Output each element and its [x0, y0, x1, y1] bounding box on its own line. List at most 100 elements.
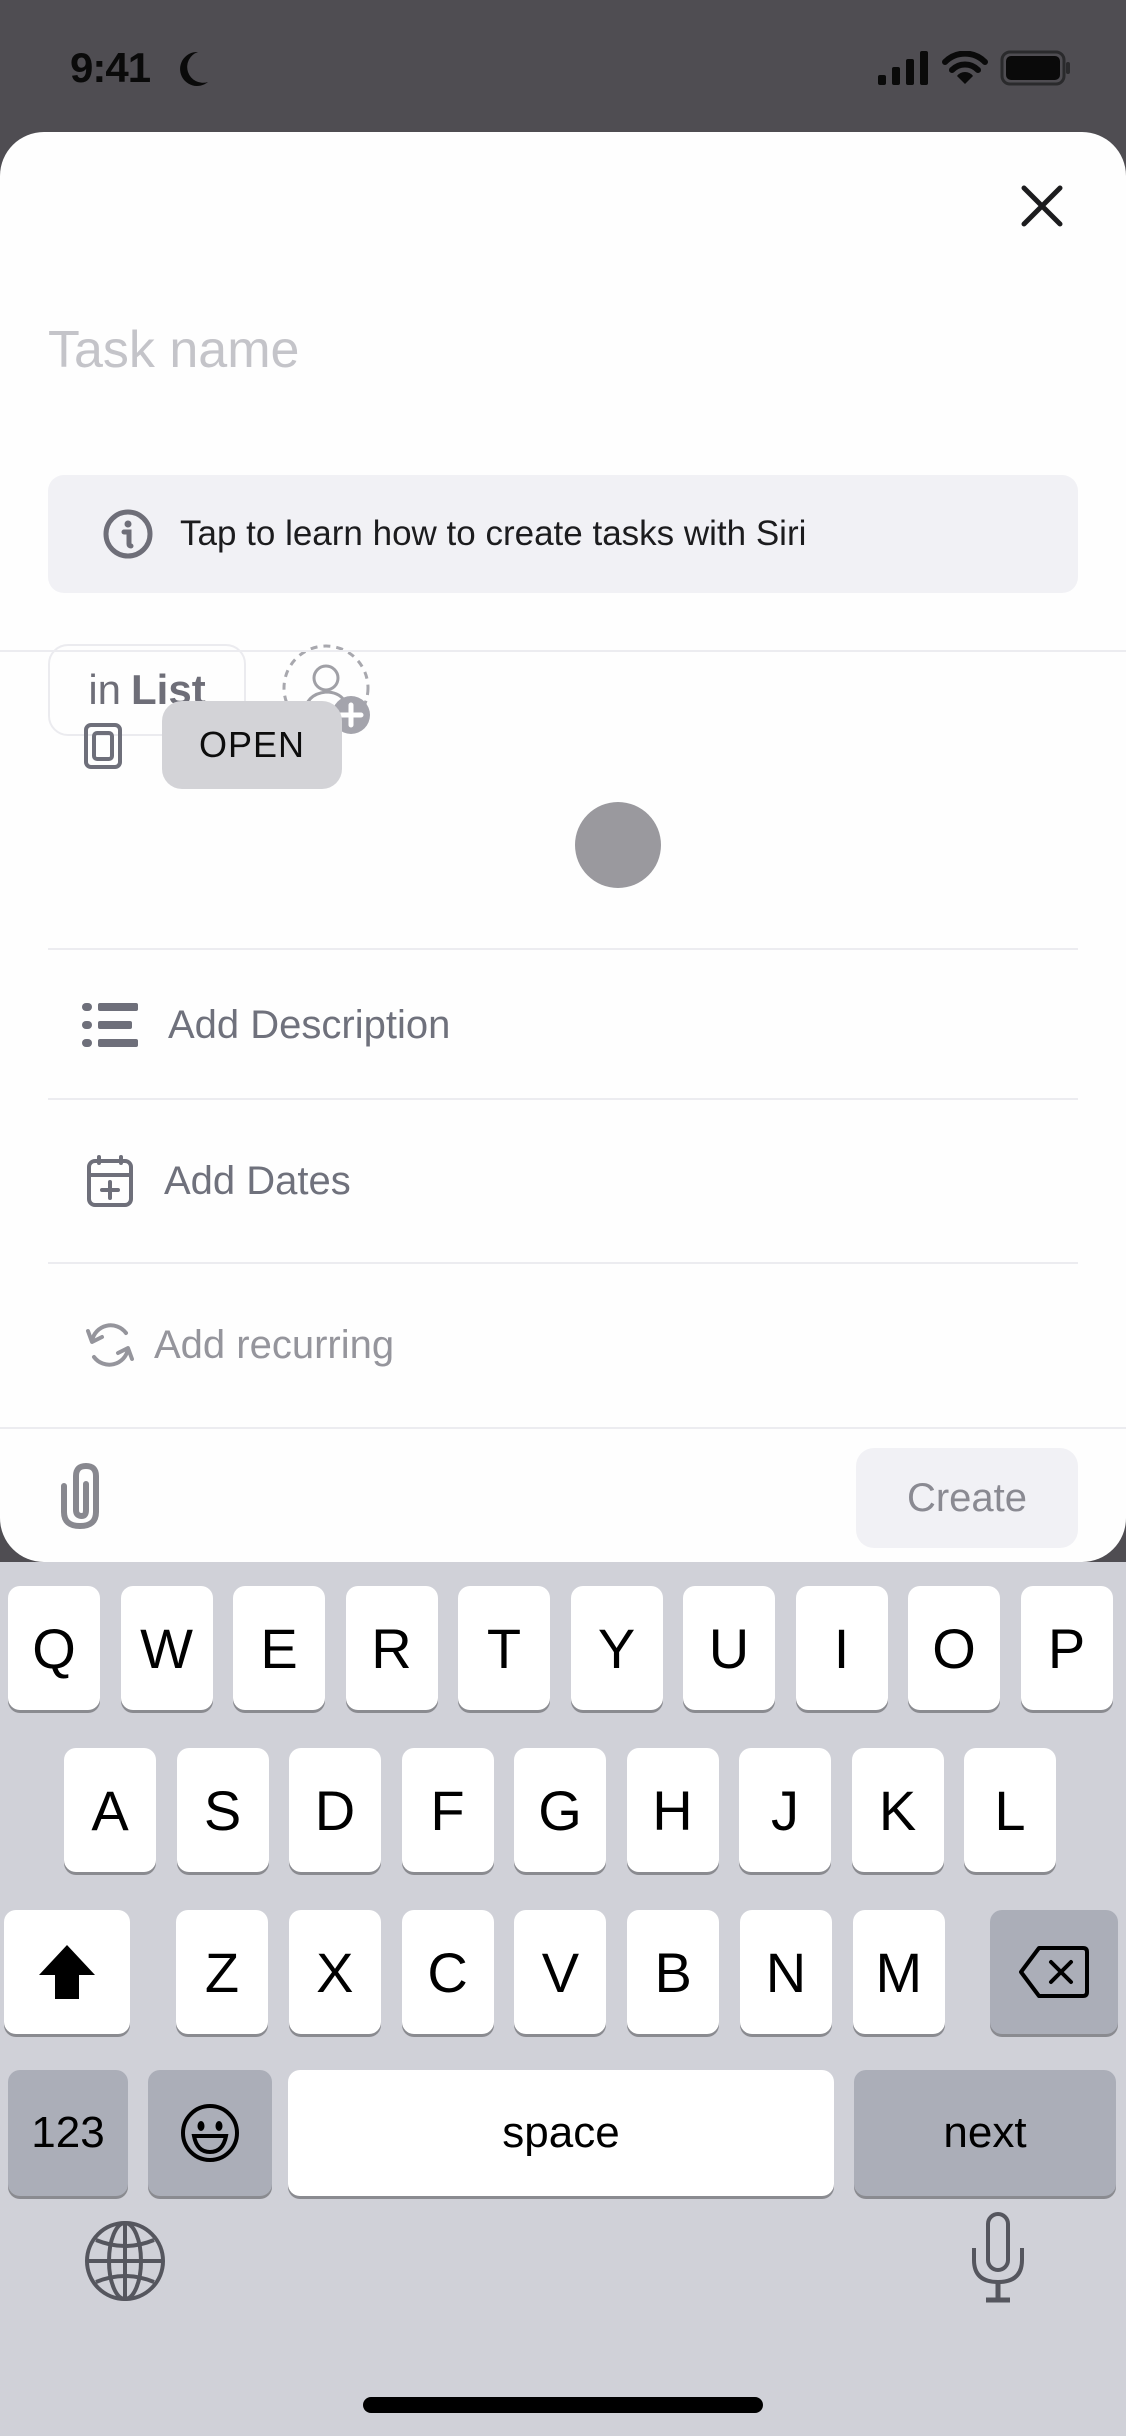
shift-key[interactable] [4, 1910, 130, 2034]
key-z[interactable]: Z [176, 1910, 268, 2034]
add-dates-label: Add Dates [164, 1158, 351, 1203]
key-c[interactable]: C [401, 1910, 494, 2034]
key-y[interactable]: Y [570, 1586, 663, 1710]
key-label: D [314, 1778, 356, 1842]
key-label: G [538, 1778, 582, 1842]
key-e[interactable]: E [233, 1586, 325, 1710]
key-label: Z [204, 1940, 240, 2004]
key-label: X [316, 1940, 354, 2004]
key-q[interactable]: Q [8, 1586, 100, 1710]
key-g[interactable]: G [514, 1748, 606, 1872]
shift-icon [39, 1945, 95, 1999]
row-divider [48, 948, 1078, 950]
globe-icon [85, 2221, 165, 2301]
key-label: V [541, 1940, 580, 2004]
space-key-label: space [502, 2108, 620, 2157]
add-recurring-row[interactable]: Add recurring [48, 1290, 1078, 1400]
key-o[interactable]: O [908, 1586, 1000, 1710]
key-f[interactable]: F [401, 1748, 494, 1872]
status-square-icon [84, 723, 122, 769]
key-v[interactable]: V [514, 1910, 607, 2034]
key-d[interactable]: D [289, 1748, 381, 1872]
key-label: R [371, 1616, 412, 1680]
key-h[interactable]: H [626, 1748, 719, 1872]
dictation-button[interactable] [968, 2210, 1028, 2306]
section-divider [0, 650, 1126, 652]
key-label: C [427, 1940, 468, 2004]
key-label: N [765, 1940, 807, 2004]
key-r[interactable]: R [345, 1586, 438, 1710]
delete-key[interactable] [990, 1910, 1118, 2034]
key-label: S [203, 1778, 242, 1842]
status-indicators [878, 50, 1072, 86]
globe-button[interactable] [82, 2218, 168, 2304]
task-name-input[interactable] [48, 310, 1068, 390]
siri-banner[interactable]: Tap to learn how to create tasks with Si… [48, 475, 1078, 593]
key-label: T [486, 1616, 522, 1680]
space-key[interactable]: space [288, 2070, 834, 2196]
recurring-icon [82, 1317, 138, 1373]
key-s[interactable]: S [176, 1748, 269, 1872]
status-bar: 9:41 [0, 0, 1126, 132]
moon-icon [180, 51, 208, 86]
key-n[interactable]: N [740, 1910, 832, 2034]
numbers-key[interactable]: 123 [8, 2070, 128, 2196]
keyboard: 123 space next QW E R T Y U I O P A S D F G H J K L Z X C V B N… [0, 1562, 1126, 2436]
key-w[interactable]: W [120, 1586, 213, 1710]
next-key[interactable]: next [854, 2070, 1116, 2196]
info-icon [103, 509, 153, 559]
close-icon [1021, 185, 1063, 227]
description-list-icon [82, 997, 138, 1053]
key-m[interactable]: M [852, 1910, 945, 2034]
add-description-label: Add Description [168, 1002, 451, 1047]
battery-icon [1000, 50, 1070, 86]
key-i[interactable]: I [795, 1586, 888, 1710]
emoji-key[interactable] [148, 2070, 272, 2196]
siri-banner-text: Tap to learn how to create tasks with Si… [180, 514, 807, 553]
key-x[interactable]: X [288, 1910, 381, 2034]
key-label: B [654, 1940, 692, 2004]
create-button[interactable]: Create [856, 1448, 1078, 1548]
key-j[interactable]: J [739, 1748, 831, 1872]
key-l[interactable]: L [964, 1748, 1056, 1872]
key-p[interactable]: P [1020, 1586, 1113, 1710]
next-key-label: next [943, 2108, 1027, 2157]
key-label: K [878, 1778, 917, 1842]
row-divider [48, 1098, 1078, 1100]
key-label: I [833, 1616, 850, 1680]
numbers-key-label: 123 [31, 2108, 105, 2157]
touch-indicator [575, 802, 661, 888]
key-b[interactable]: B [627, 1910, 720, 2034]
status-label: OPEN [198, 724, 306, 765]
add-recurring-label: Add recurring [154, 1322, 395, 1367]
key-a[interactable]: A [64, 1748, 156, 1872]
key-u[interactable]: U [683, 1586, 775, 1710]
microphone-icon [972, 2212, 1024, 2303]
key-label: M [875, 1940, 923, 2004]
home-indicator [363, 2397, 763, 2413]
key-label: L [994, 1778, 1026, 1842]
close-button[interactable] [1010, 174, 1074, 238]
add-dates-row[interactable]: Add Dates [48, 1126, 1078, 1236]
key-label: J [771, 1778, 799, 1842]
status-time: 9:41 [70, 44, 151, 91]
backspace-icon [1019, 1946, 1089, 1998]
key-label: P [1047, 1616, 1086, 1680]
paperclip-icon [61, 1462, 99, 1530]
key-label: H [652, 1778, 693, 1842]
key-t[interactable]: T [458, 1586, 550, 1710]
key-label: Q [32, 1616, 76, 1680]
status-badge[interactable]: OPEN [162, 701, 342, 789]
key-label: F [430, 1778, 465, 1842]
emoji-icon [181, 2104, 239, 2162]
add-description-row[interactable]: Add Description [48, 970, 1078, 1080]
wifi-icon [942, 51, 988, 84]
calendar-plus-icon [82, 1153, 138, 1209]
status-row: OPEN [48, 690, 1078, 800]
attach-button[interactable] [56, 1462, 112, 1532]
row-divider [48, 1262, 1078, 1264]
key-k[interactable]: K [851, 1748, 944, 1872]
key-label: A [91, 1778, 129, 1842]
key-label: U [708, 1616, 750, 1680]
key-label: Y [597, 1616, 636, 1680]
